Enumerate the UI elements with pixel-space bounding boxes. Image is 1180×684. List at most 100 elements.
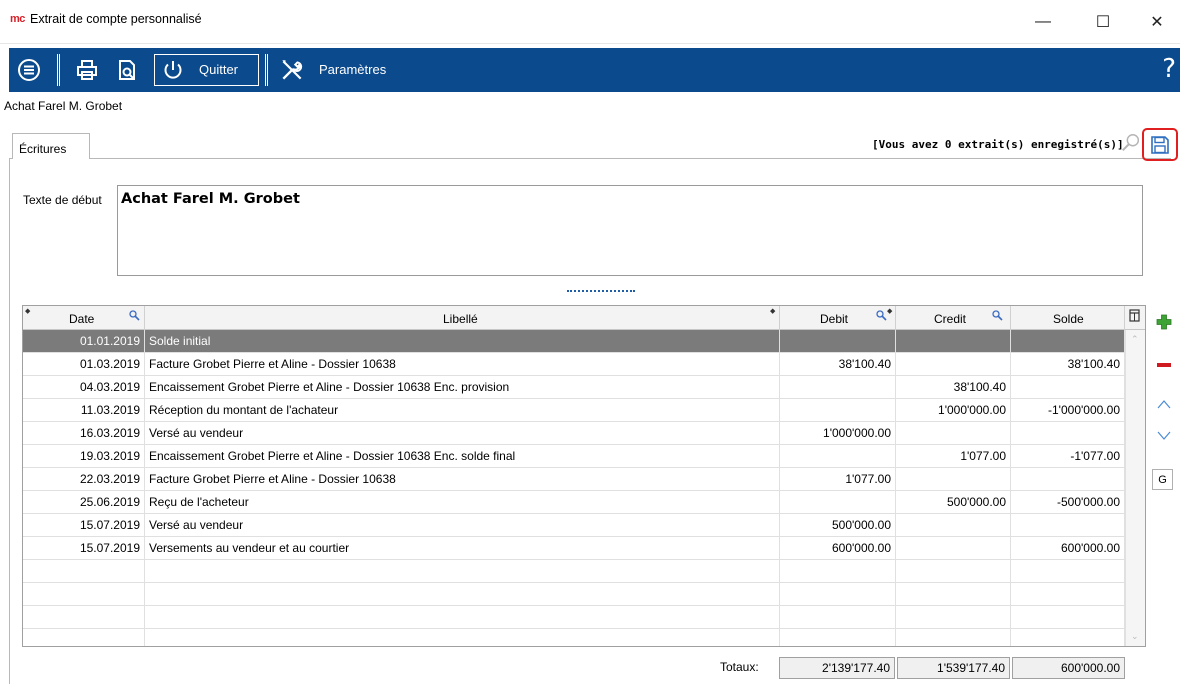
table-row[interactable]: 22.03.2019 Facture Grobet Pierre et Aline…	[23, 468, 1125, 491]
cell-date: 01.01.2019	[23, 330, 145, 352]
debit-header-label: Debit	[820, 312, 849, 326]
cell-debit	[780, 445, 896, 467]
maximize-icon: ☐	[1095, 14, 1111, 31]
splitter-handle[interactable]	[567, 290, 635, 292]
table-row[interactable]	[23, 560, 1125, 583]
cell-credit	[896, 583, 1011, 605]
filter-icon[interactable]	[992, 310, 1004, 322]
column-header-libelle[interactable]: Libellé ◆	[145, 306, 780, 330]
add-row-button[interactable]	[1154, 312, 1174, 332]
table-row[interactable]: 16.03.2019 Versé au vendeur 1'000'000.00	[23, 422, 1125, 445]
cell-date	[23, 606, 145, 628]
scroll-up-icon[interactable]: ⌃	[1131, 334, 1139, 345]
cell-credit	[896, 468, 1011, 490]
tab-ecritures[interactable]: Écritures	[12, 133, 90, 159]
move-up-button[interactable]	[1154, 394, 1174, 414]
column-header-solde[interactable]: Solde	[1011, 306, 1125, 330]
cell-solde	[1011, 560, 1125, 582]
cell-debit	[780, 606, 896, 628]
menu-button[interactable]	[15, 56, 43, 84]
table-row[interactable]: 15.07.2019 Versé au vendeur 500'000.00	[23, 514, 1125, 537]
menu-icon	[18, 59, 40, 81]
cell-solde	[1011, 583, 1125, 605]
print-preview-button[interactable]	[113, 56, 141, 84]
table-row[interactable]: 04.03.2019 Encaissement Grobet Pierre et …	[23, 376, 1125, 399]
cell-libelle: Réception du montant de l'achateur	[145, 399, 780, 421]
cell-solde: -500'000.00	[1011, 491, 1125, 513]
cell-debit: 1'000'000.00	[780, 422, 896, 444]
delete-row-button[interactable]	[1154, 355, 1174, 375]
cell-credit	[896, 560, 1011, 582]
app-logo: mc	[10, 13, 25, 25]
tab-divider	[9, 158, 1171, 159]
vertical-scrollbar[interactable]: ⌃ ⌄	[1125, 330, 1145, 646]
cell-date: 16.03.2019	[23, 422, 145, 444]
help-button[interactable]: ?	[1162, 54, 1176, 84]
cell-solde	[1011, 629, 1125, 646]
minimize-icon: —	[1035, 13, 1051, 30]
cell-date: 15.07.2019	[23, 514, 145, 536]
cell-solde	[1011, 468, 1125, 490]
table-row[interactable]	[23, 606, 1125, 629]
toolbar-separator	[57, 54, 60, 86]
sort-icon: ◆	[25, 308, 31, 315]
cell-libelle	[145, 560, 780, 582]
save-icon	[1151, 135, 1169, 154]
cell-solde: 38'100.40	[1011, 353, 1125, 375]
column-header-debit[interactable]: Debit ◆	[780, 306, 896, 330]
power-icon	[164, 61, 182, 79]
toolbar-separator	[265, 54, 268, 86]
cell-date: 04.03.2019	[23, 376, 145, 398]
maximize-button[interactable]: ☐	[1080, 0, 1126, 44]
table-row[interactable]	[23, 629, 1125, 646]
settings-button-icon-area[interactable]	[277, 56, 307, 84]
g-button[interactable]: G	[1152, 469, 1173, 490]
cell-credit	[896, 422, 1011, 444]
table-row[interactable]: 25.06.2019 Reçu de l'acheteur 500'000.00 -5…	[23, 491, 1125, 514]
quit-button[interactable]: Quitter	[154, 54, 259, 86]
cell-debit	[780, 376, 896, 398]
close-button[interactable]: ✕	[1134, 0, 1180, 44]
settings-button[interactable]: Paramètres	[319, 62, 386, 77]
table-row[interactable]: 15.07.2019 Versements au vendeur et au co…	[23, 537, 1125, 560]
start-text-field[interactable]: Achat Farel M. Grobet	[117, 185, 1143, 276]
minimize-button[interactable]: —	[1020, 0, 1066, 44]
filter-icon[interactable]	[129, 310, 141, 322]
save-button[interactable]	[1142, 128, 1178, 161]
column-header-credit[interactable]: Credit	[896, 306, 1011, 330]
table-row[interactable]: 01.03.2019 Facture Grobet Pierre et Aline…	[23, 353, 1125, 376]
cell-solde: -1'077.00	[1011, 445, 1125, 467]
table-row[interactable]: 01.01.2019 Solde initial	[23, 330, 1125, 353]
quit-label: Quitter	[199, 62, 239, 77]
move-down-button[interactable]	[1154, 426, 1174, 446]
totals-label: Totaux:	[720, 660, 759, 674]
cell-date: 25.06.2019	[23, 491, 145, 513]
cell-debit	[780, 399, 896, 421]
table-row[interactable]: 11.03.2019 Réception du montant de l'acha…	[23, 399, 1125, 422]
cell-debit	[780, 583, 896, 605]
cell-libelle: Encaissement Grobet Pierre et Aline - Do…	[145, 376, 780, 398]
arrow-down-icon	[1157, 431, 1171, 440]
cell-date	[23, 583, 145, 605]
cell-debit: 600'000.00	[780, 537, 896, 559]
column-chooser-button[interactable]	[1125, 306, 1145, 330]
cell-debit	[780, 330, 896, 352]
table-row[interactable]: 19.03.2019 Encaissement Grobet Pierre et …	[23, 445, 1125, 468]
cell-libelle: Facture Grobet Pierre et Aline - Dossier…	[145, 353, 780, 375]
column-header-date[interactable]: ◆ Date	[23, 306, 145, 330]
cell-date	[23, 629, 145, 646]
cell-libelle: Solde initial	[145, 330, 780, 352]
search-icon	[1122, 134, 1140, 152]
print-button[interactable]	[73, 56, 101, 84]
cell-date: 15.07.2019	[23, 537, 145, 559]
arrow-up-icon	[1157, 400, 1171, 409]
search-button[interactable]	[1118, 130, 1144, 156]
total-debit: 2'139'177.40	[779, 657, 895, 679]
printer-icon	[77, 60, 97, 80]
cell-debit: 1'077.00	[780, 468, 896, 490]
table-row[interactable]	[23, 583, 1125, 606]
cell-debit	[780, 629, 896, 646]
scroll-down-icon[interactable]: ⌄	[1131, 631, 1139, 642]
cell-date: 11.03.2019	[23, 399, 145, 421]
grid-header: ◆ Date Libellé ◆ Debit ◆ Credit Solde	[23, 306, 1145, 330]
